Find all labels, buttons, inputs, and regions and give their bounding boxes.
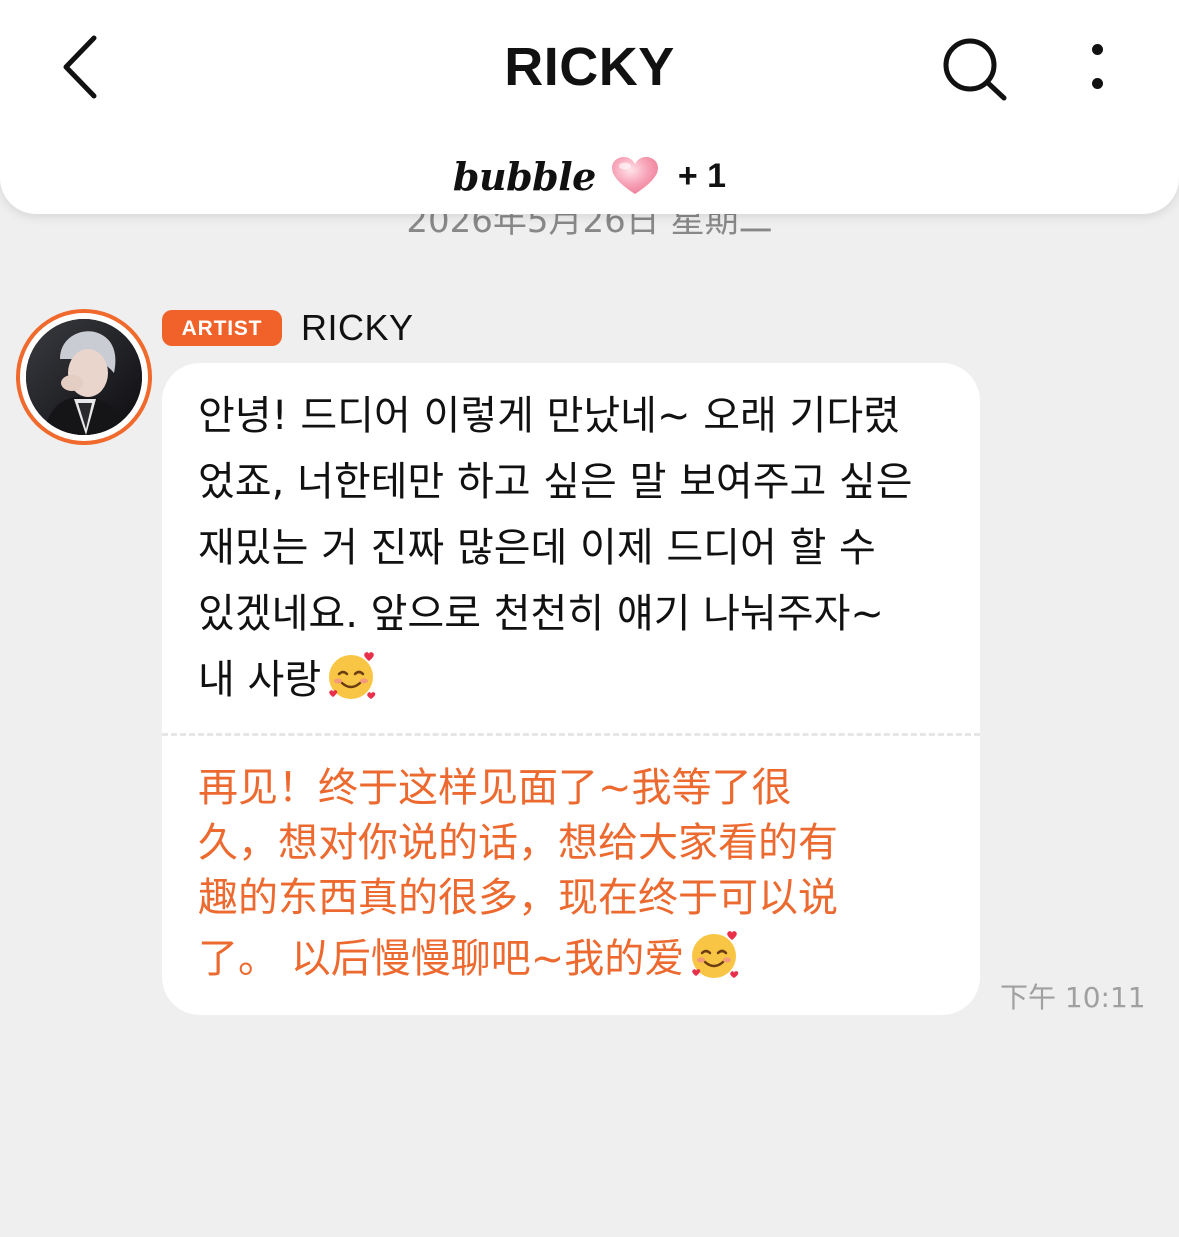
message-translation: 再见！终于这样见面了~我等了很 久，想对你说的话，想给大家看的有 趣的东西真的很… [198, 761, 958, 987]
message-original-text: 안녕! 드디어 이렇게 만났네~ 오래 기다렸 었죠, 너한테만 하고 싶은 말… [198, 393, 913, 703]
subscription-count: + 1 [677, 156, 727, 195]
more-vertical-icon [1092, 44, 1103, 55]
bubble-logo: bubble [452, 153, 596, 199]
message-original: 안녕! 드디어 이렇게 만났네~ 오래 기다렸 었죠, 너한테만 하고 싶은 말… [198, 383, 958, 713]
sender-name: RICKY [301, 307, 414, 348]
chat-header: RICKY bubble + 1 [0, 0, 1179, 214]
message-timestamp: 下午 10:11 [1000, 981, 1146, 1014]
translation-divider [162, 733, 980, 736]
smiling-face-with-hearts-icon [329, 652, 376, 699]
search-icon [943, 38, 1007, 101]
more-options-button[interactable] [1078, 38, 1118, 98]
subscription-row: bubble + 1 [0, 148, 1179, 204]
avatar-photo [26, 319, 142, 435]
artist-avatar[interactable] [16, 309, 152, 445]
smiling-face-with-hearts-icon [692, 931, 739, 978]
search-button[interactable] [938, 34, 1012, 104]
message-bubble[interactable]: 안녕! 드디어 이렇게 만났네~ 오래 기다렸 었죠, 너한테만 하고 싶은 말… [162, 363, 980, 1015]
artist-badge: ARTIST [162, 310, 282, 346]
pink-heart-icon [611, 157, 658, 194]
